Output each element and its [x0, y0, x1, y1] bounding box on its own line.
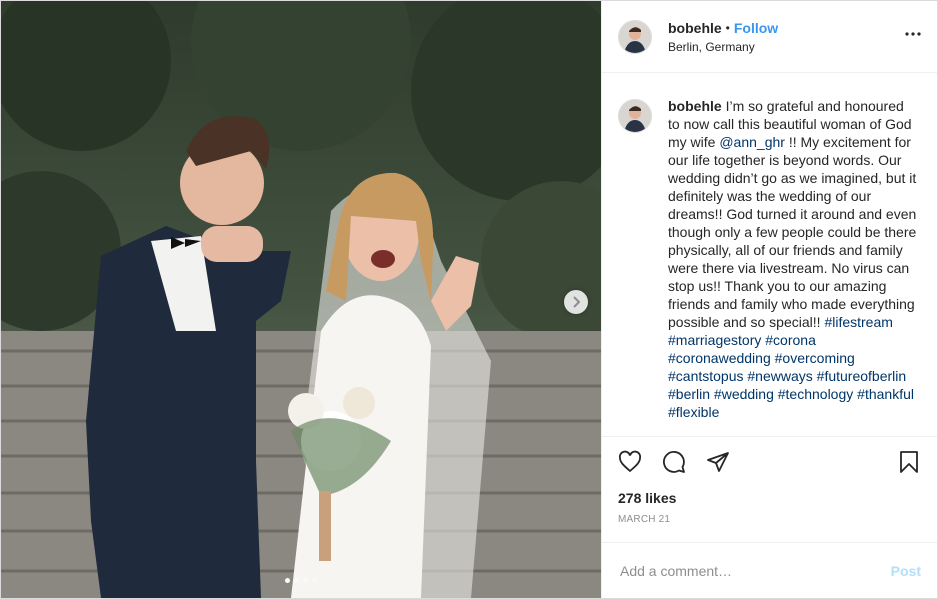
post-comment-button[interactable]: Post	[891, 563, 921, 579]
bookmark-icon[interactable]	[897, 450, 921, 474]
post-header: bobehle • Follow Berlin, Germany	[602, 1, 937, 73]
hashtag-link[interactable]: #flexible	[668, 404, 719, 420]
carousel-dot	[303, 578, 308, 583]
hashtag-link[interactable]: #coronawedding	[668, 350, 771, 366]
hashtag-link[interactable]: #wedding	[714, 386, 774, 402]
add-comment-bar: Post	[602, 542, 937, 598]
post-photo[interactable]	[1, 1, 601, 598]
avatar[interactable]	[618, 99, 652, 133]
share-icon[interactable]	[706, 450, 730, 474]
carousel-dot	[312, 578, 317, 583]
carousel-dot	[285, 578, 290, 583]
hashtag-link[interactable]: #marriagestory	[668, 332, 761, 348]
hashtag-link[interactable]: #thankful	[857, 386, 914, 402]
hashtag-link[interactable]: #cantstopus	[668, 368, 744, 384]
more-horizontal-icon	[905, 32, 921, 36]
mention-link[interactable]: @ann_ghr	[719, 134, 785, 150]
chevron-right-icon	[573, 296, 581, 308]
more-options-button[interactable]	[905, 23, 921, 41]
instagram-post: bobehle • Follow Berlin, Germany bobehle…	[0, 0, 938, 599]
user-avatar-icon	[619, 100, 651, 132]
carousel-indicator	[285, 578, 317, 583]
avatar[interactable]	[618, 19, 652, 54]
user-avatar-icon	[619, 20, 651, 53]
carousel-dot	[294, 578, 299, 583]
follow-button[interactable]: Follow	[734, 20, 778, 36]
like-count[interactable]: 278 likes	[602, 486, 937, 510]
hashtag-link[interactable]: #newways	[747, 368, 812, 384]
hashtag-link[interactable]: #overcoming	[775, 350, 855, 366]
caption-username[interactable]: bobehle	[668, 98, 722, 114]
comments-area[interactable]: bobehle I’m so grateful and honoured to …	[602, 73, 937, 436]
hashtag-link[interactable]: #lifestream	[824, 314, 892, 330]
hashtag-link[interactable]: #technology	[778, 386, 854, 402]
action-bar	[602, 436, 937, 486]
caption-text: bobehle I’m so grateful and honoured to …	[668, 97, 918, 421]
wedding-photo	[1, 1, 601, 598]
hashtag-link[interactable]: #corona	[765, 332, 816, 348]
header-separator: •	[725, 20, 730, 35]
post-date[interactable]: MARCH 21	[602, 510, 937, 542]
comment-input[interactable]	[618, 561, 891, 580]
location-link[interactable]: Berlin, Germany	[668, 40, 778, 54]
caption: bobehle I’m so grateful and honoured to …	[618, 97, 921, 421]
caption-body: !! My excitement for our life together i…	[668, 134, 917, 330]
hashtag-link[interactable]: #berlin	[668, 386, 710, 402]
next-photo-button[interactable]	[564, 290, 588, 314]
header-username[interactable]: bobehle	[668, 20, 722, 36]
hashtag-link[interactable]: #futureofberlin	[817, 368, 907, 384]
comment-icon[interactable]	[662, 450, 686, 474]
post-side-panel: bobehle • Follow Berlin, Germany bobehle…	[601, 1, 937, 598]
heart-icon[interactable]	[618, 450, 642, 474]
